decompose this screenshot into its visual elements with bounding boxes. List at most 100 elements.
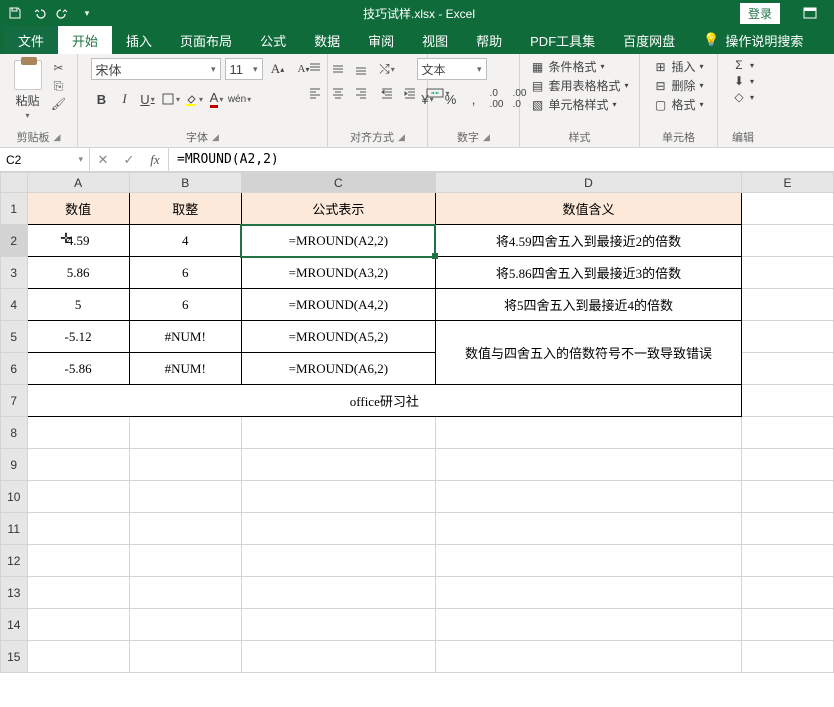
cell-B8[interactable]	[129, 417, 241, 449]
row-header-10[interactable]: 10	[1, 481, 28, 513]
increase-font-icon[interactable]: A▴	[267, 58, 289, 80]
align-bottom-icon[interactable]	[350, 58, 372, 80]
phonetic-button[interactable]: wén▾	[229, 88, 251, 110]
cell-C9[interactable]	[241, 449, 435, 481]
cell-A5[interactable]: -5.12	[27, 321, 129, 353]
cell-B12[interactable]	[129, 545, 241, 577]
cell-B14[interactable]	[129, 609, 241, 641]
col-header-B[interactable]: B	[129, 173, 241, 193]
cell-E3[interactable]	[742, 257, 834, 289]
worksheet-grid[interactable]: ABCDE1数值取整公式表示数值含义24.594=MROUND(A2,2)将4.…	[0, 172, 834, 707]
cancel-formula-icon[interactable]: ✕	[90, 152, 116, 168]
tab-tell-me[interactable]: 💡操作说明搜索	[689, 26, 817, 54]
cell-D2[interactable]: 将4.59四舍五入到最接近2的倍数	[435, 225, 741, 257]
cell-B11[interactable]	[129, 513, 241, 545]
cell-D3[interactable]: 将5.86四舍五入到最接近3的倍数	[435, 257, 741, 289]
cell-C13[interactable]	[241, 577, 435, 609]
row-header-13[interactable]: 13	[1, 577, 28, 609]
bold-button[interactable]: B	[91, 88, 113, 110]
delete-cells-button[interactable]: ⊟删除▾	[653, 77, 703, 94]
cell-A14[interactable]	[27, 609, 129, 641]
cell-A8[interactable]	[27, 417, 129, 449]
paste-button[interactable]: 粘贴 ▾	[10, 58, 46, 122]
cell-A4[interactable]: 5	[27, 289, 129, 321]
col-header-D[interactable]: D	[435, 173, 741, 193]
col-header-A[interactable]: A	[27, 173, 129, 193]
fill-button[interactable]: ⬇▾	[732, 74, 754, 88]
cell-C8[interactable]	[241, 417, 435, 449]
cell-A10[interactable]	[27, 481, 129, 513]
cell-B5[interactable]: #NUM!	[129, 321, 241, 353]
cell-C5[interactable]: =MROUND(A5,2)	[241, 321, 435, 353]
cell-E13[interactable]	[742, 577, 834, 609]
comma-format-icon[interactable]: ,	[463, 88, 485, 110]
qat-dropdown-icon[interactable]: ▾	[76, 2, 98, 24]
cell-E10[interactable]	[742, 481, 834, 513]
enter-formula-icon[interactable]: ✓	[116, 152, 142, 168]
conditional-format-button[interactable]: ▦条件格式▾	[530, 58, 604, 75]
cell-E14[interactable]	[742, 609, 834, 641]
redo-icon[interactable]	[52, 2, 74, 24]
number-format-select[interactable]: 文本▾	[417, 58, 487, 80]
cell-C1[interactable]: 公式表示	[241, 193, 435, 225]
ribbon-options-icon[interactable]	[790, 2, 830, 24]
tab-formulas[interactable]: 公式	[246, 26, 300, 54]
cell-D5-6[interactable]: 数值与四舍五入的倍数符号不一致导致错误	[435, 321, 741, 385]
cell-styles-button[interactable]: ▧单元格样式▾	[530, 96, 616, 113]
cell-C10[interactable]	[241, 481, 435, 513]
table-format-button[interactable]: ▤套用表格格式▾	[530, 77, 628, 94]
select-all-corner[interactable]	[1, 173, 28, 193]
row-header-12[interactable]: 12	[1, 545, 28, 577]
cell-E6[interactable]	[742, 353, 834, 385]
row-header-8[interactable]: 8	[1, 417, 28, 449]
percent-format-icon[interactable]: %	[440, 88, 462, 110]
cell-B10[interactable]	[129, 481, 241, 513]
tab-pdf-tools[interactable]: PDF工具集	[516, 26, 609, 54]
font-size-select[interactable]: 11▾	[225, 58, 263, 80]
number-launcher-icon[interactable]: ◢	[483, 132, 490, 143]
login-button[interactable]: 登录	[740, 3, 780, 24]
cell-A15[interactable]	[27, 641, 129, 673]
col-header-E[interactable]: E	[742, 173, 834, 193]
increase-decimal-icon[interactable]: .0.00	[486, 88, 508, 110]
cell-B9[interactable]	[129, 449, 241, 481]
row-header-4[interactable]: 4	[1, 289, 28, 321]
cell-E8[interactable]	[742, 417, 834, 449]
cell-D9[interactable]	[435, 449, 741, 481]
cell-E4[interactable]	[742, 289, 834, 321]
cell-row7-merged[interactable]: office研习社	[27, 385, 742, 417]
font-launcher-icon[interactable]: ◢	[212, 132, 219, 143]
underline-button[interactable]: U▾	[137, 88, 159, 110]
cell-A3[interactable]: 5.86	[27, 257, 129, 289]
cell-E9[interactable]	[742, 449, 834, 481]
row-header-11[interactable]: 11	[1, 513, 28, 545]
cell-B15[interactable]	[129, 641, 241, 673]
formula-bar-input[interactable]: =MROUND(A2,2)	[169, 148, 834, 171]
cell-E5[interactable]	[742, 321, 834, 353]
cell-B3[interactable]: 6	[129, 257, 241, 289]
undo-icon[interactable]	[28, 2, 50, 24]
paste-dropdown-icon[interactable]: ▾	[25, 111, 29, 120]
row-header-3[interactable]: 3	[1, 257, 28, 289]
cell-D8[interactable]	[435, 417, 741, 449]
align-right-icon[interactable]	[350, 82, 372, 104]
tab-view[interactable]: 视图	[408, 26, 462, 54]
row-header-9[interactable]: 9	[1, 449, 28, 481]
align-launcher-icon[interactable]: ◢	[398, 132, 405, 143]
cell-A11[interactable]	[27, 513, 129, 545]
insert-function-icon[interactable]: fx	[142, 152, 168, 168]
cell-D10[interactable]	[435, 481, 741, 513]
cell-C11[interactable]	[241, 513, 435, 545]
cell-A1[interactable]: 数值	[27, 193, 129, 225]
align-top-icon[interactable]	[304, 58, 326, 80]
align-center-icon[interactable]	[327, 82, 349, 104]
font-name-select[interactable]: 宋体▾	[91, 58, 221, 80]
cell-A12[interactable]	[27, 545, 129, 577]
cell-D11[interactable]	[435, 513, 741, 545]
row-header-7[interactable]: 7	[1, 385, 28, 417]
cut-icon[interactable]: ✂	[50, 60, 68, 76]
cell-E15[interactable]	[742, 641, 834, 673]
row-header-6[interactable]: 6	[1, 353, 28, 385]
font-color-button[interactable]: A▾	[206, 88, 228, 110]
tab-home[interactable]: 开始	[58, 26, 112, 54]
